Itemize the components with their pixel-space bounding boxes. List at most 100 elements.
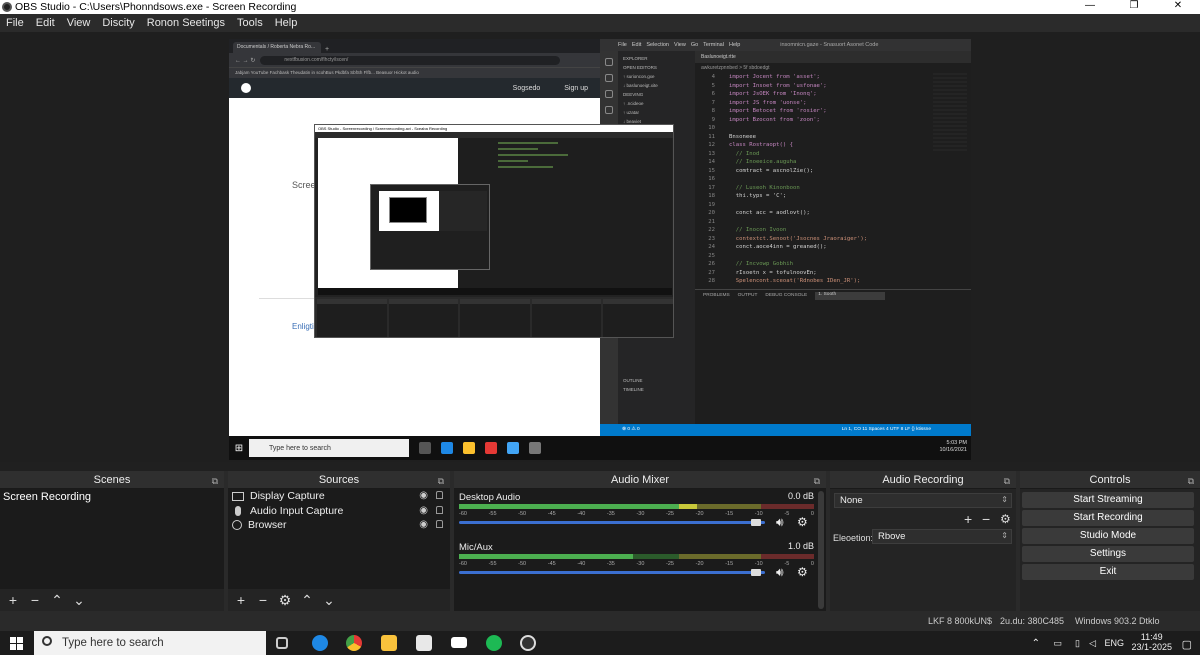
editor-menu-bar: File Edit Selection View Go Terminal Hel… [600, 39, 971, 51]
undock-icon[interactable]: ⧉ [438, 472, 444, 490]
obs-icon[interactable] [520, 635, 536, 651]
source-item[interactable]: Display Capture ◉ [228, 489, 450, 504]
minimize-button[interactable]: — [1068, 0, 1112, 14]
settings-button[interactable]: Settings [1022, 546, 1194, 562]
nav-arrows-icon: ← → ↻ [235, 57, 256, 64]
studio-mode-button[interactable]: Studio Mode [1022, 528, 1194, 544]
explorer-item: ↑ surioncon.gxe [623, 74, 655, 79]
gear-icon[interactable]: ⚙ [1000, 512, 1011, 526]
chrome-icon[interactable] [346, 635, 362, 651]
channel-db: 0.0 dB [787, 491, 814, 501]
spotify-icon[interactable] [486, 635, 502, 651]
lock-icon[interactable] [436, 491, 443, 499]
code-line: 26 // Incvowp Gobhih [699, 260, 971, 269]
gear-icon[interactable]: ⚙ [276, 589, 294, 611]
volume-slider-knob[interactable] [750, 569, 761, 576]
line-number: 28 [708, 278, 715, 284]
visibility-icon[interactable]: ◉ [419, 505, 428, 516]
meter-tick-label: -40 [577, 511, 586, 517]
mail-icon[interactable] [451, 637, 467, 648]
menu-file[interactable]: File [0, 17, 30, 29]
search-icon [605, 74, 613, 82]
maximize-button[interactable]: ❐ [1112, 0, 1156, 14]
remove-icon[interactable]: − [26, 589, 44, 611]
recording-device-select[interactable]: None ⇕ [834, 493, 1012, 508]
tray-volume-icon[interactable]: ◁ [1089, 638, 1096, 649]
menu-help[interactable]: Help [269, 17, 304, 29]
task-view-icon[interactable] [276, 637, 288, 649]
line-number: 8 [711, 108, 715, 114]
line-text: import Bzocont from 'zoon'; [729, 116, 820, 123]
menu-docks[interactable]: Discity [96, 17, 140, 29]
panel-select: 1. Sooth [815, 291, 886, 300]
volume-slider[interactable] [459, 571, 765, 574]
new-tab-icon: + [325, 46, 330, 53]
gear-icon[interactable]: ⚙ [797, 515, 808, 529]
meter-tick-label: -60 [459, 511, 467, 517]
tray-network-icon[interactable]: ▭ [1053, 638, 1062, 649]
tray-language[interactable]: ENG [1104, 638, 1124, 648]
menu-settings[interactable]: Ronon Seetings [141, 17, 231, 29]
menu-view[interactable]: View [61, 17, 97, 29]
undock-icon[interactable]: ⧉ [1004, 472, 1010, 490]
line-number: 27 [708, 269, 715, 276]
start-streaming-button[interactable]: Start Streaming [1022, 492, 1194, 508]
undock-icon[interactable]: ⧉ [1188, 472, 1194, 490]
file-explorer-icon[interactable] [381, 635, 397, 651]
code-lines: 4 import Jocent from 'asset'; 5 import Inso… [695, 73, 971, 286]
start-button[interactable] [10, 637, 23, 650]
notifications-icon[interactable]: ▢ [1182, 638, 1192, 651]
captured-clock: 5:03 PM 10/16/2021 [939, 440, 967, 460]
move-down-icon[interactable]: ⌄ [320, 589, 338, 611]
move-up-icon[interactable]: ⌃ [298, 589, 316, 611]
speaker-icon[interactable]: 🔊︎ [776, 515, 784, 530]
undock-icon[interactable]: ⧉ [814, 472, 820, 490]
gear-icon[interactable]: ⚙ [797, 565, 808, 579]
add-icon[interactable]: + [964, 511, 972, 527]
mixer-scrollbar[interactable] [818, 491, 824, 609]
nested-title: OBS Studio - Screenrecording / Screenrec… [315, 125, 673, 132]
close-button[interactable]: ✕ [1156, 0, 1200, 14]
captured-date: 10/16/2021 [939, 447, 967, 453]
visibility-icon[interactable]: ◉ [419, 490, 428, 501]
lock-icon[interactable] [436, 505, 443, 514]
edge-icon[interactable] [312, 635, 328, 651]
remove-icon[interactable]: − [982, 511, 990, 527]
start-recording-button[interactable]: Start Recording [1022, 510, 1194, 526]
volume-slider-knob[interactable] [750, 519, 761, 526]
menu-edit[interactable]: Edit [30, 17, 61, 29]
exit-button[interactable]: Exit [1022, 564, 1194, 580]
source-item[interactable]: Audio Input Capture ◉ [228, 504, 450, 519]
audio-recording-dock: Audio Recording ⧉ None ⇕ + − ⚙ Eleoetion… [830, 471, 1016, 611]
visibility-icon[interactable]: ◉ [419, 519, 428, 530]
move-down-icon[interactable]: ⌄ [70, 589, 88, 611]
move-up-icon[interactable]: ⌃ [48, 589, 66, 611]
lock-icon[interactable] [436, 520, 443, 528]
tray-clock[interactable]: 11:49 23/1-2025 [1131, 632, 1172, 652]
menu-tools[interactable]: Tools [231, 17, 269, 29]
add-icon[interactable]: + [232, 589, 250, 611]
volume-slider[interactable] [459, 521, 765, 524]
tray-battery-icon[interactable]: ▯ [1075, 638, 1080, 649]
explorer-item: OPEN EDITORS [623, 65, 657, 70]
browser-address-bar: ← → ↻ nextfbusion.com/flhcty/iscen/ [229, 53, 600, 67]
editor-menu-go: Go [690, 42, 699, 48]
line-text: Spelencont.sceoat('Rdnobes IDen_JR'); [729, 278, 861, 284]
recording-field-input[interactable]: Rbove ⇕ [872, 529, 1012, 544]
add-icon[interactable]: + [4, 589, 22, 611]
source-item[interactable]: Browser ◉ [228, 518, 450, 533]
line-number: 18 [708, 193, 715, 199]
preview-canvas[interactable]: Documentals / Roberta Nebra Ro... + ← → … [229, 39, 971, 460]
speaker-icon[interactable]: 🔊︎ [776, 565, 784, 580]
store-icon[interactable] [416, 635, 432, 651]
panel-tabs: PROBLEMS OUTPUT DEBUG CONSOLE 1. Sooth [695, 290, 971, 301]
taskbar-search[interactable]: Type here to search [34, 631, 266, 655]
scene-item[interactable]: Screen Recording [0, 489, 224, 505]
tray-chevron-icon[interactable]: ⌃ [1032, 638, 1040, 649]
controls-body: Start Streaming Start Recording Studio M… [1020, 489, 1200, 611]
remove-icon[interactable]: − [254, 589, 272, 611]
nested-code [458, 138, 672, 288]
code-line: 14 // Inoeeice.auguha [699, 158, 971, 167]
code-line: 18 thi.typs = 'C'; [699, 192, 971, 201]
undock-icon[interactable]: ⧉ [212, 472, 218, 490]
